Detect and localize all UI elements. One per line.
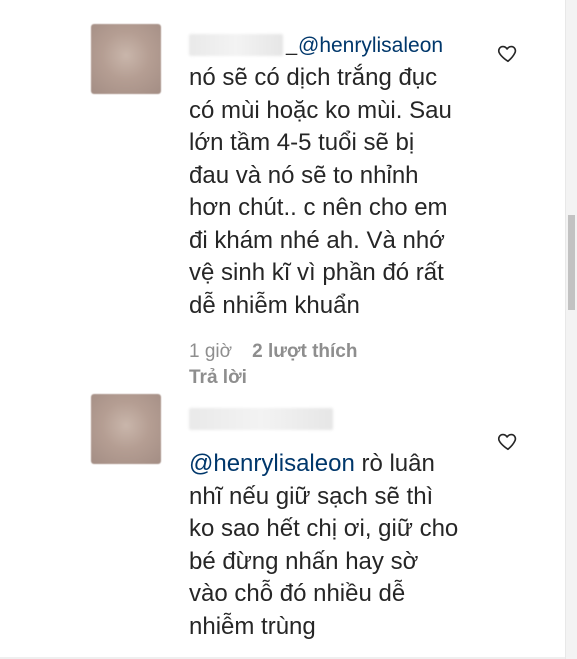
avatar[interactable]	[91, 24, 161, 94]
reply-button[interactable]: Trả lời	[189, 367, 247, 389]
comment-line: lớn tầm 4-5 tuổi sẽ bị	[189, 129, 415, 156]
comment: @henrylisaleon rò luân nhĩ nếu giữ sạch …	[0, 390, 566, 659]
comment-line: bé đừng nhấn hay sờ	[189, 547, 419, 575]
avatar[interactable]	[91, 394, 161, 464]
comment-body: @henrylisaleon rò luân nhĩ nếu giữ sạch …	[189, 448, 489, 643]
heart-icon[interactable]	[497, 430, 519, 452]
comment-line: ko sao hết chị ơi, giữ cho	[189, 515, 459, 542]
comment-line: đau và nó sẽ to nhỉnh	[189, 161, 419, 189]
comment-line: hơn chút.. c nên cho em	[189, 194, 448, 221]
username-redacted[interactable]	[189, 34, 283, 56]
comment-line: nhiễm trùng	[189, 612, 316, 640]
comment-line: có mùi hoặc ko mùi. Sau	[189, 96, 452, 124]
like-count[interactable]: 2 lượt thích	[252, 341, 357, 362]
comment-text: rò luân	[354, 450, 435, 477]
comment-meta: 1 giờ 2 lượt thích	[189, 341, 357, 363]
comment-line: nó sẽ có dịch trắng đục	[189, 64, 438, 91]
comment-line: dễ nhiễm khuẩn	[189, 291, 360, 319]
comment-line: vệ sinh kĩ vì phần đó rất	[189, 259, 444, 286]
mention-link[interactable]: @henrylisaleon	[189, 450, 355, 477]
scrollbar[interactable]	[565, 0, 577, 659]
comment: _ @henrylisaleon nó sẽ có dịch trắng đục…	[0, 0, 566, 390]
comment-line: @henrylisaleon rò luân	[189, 448, 489, 481]
comment-line: nhĩ nếu giữ sạch sẽ thì	[189, 482, 434, 510]
comment-time[interactable]: 1 giờ	[189, 341, 232, 362]
scrollbar-thumb[interactable]	[568, 215, 575, 310]
comment-body: nó sẽ có dịch trắng đục có mùi hoặc ko m…	[189, 62, 489, 322]
comment-line: đi khám nhé ah. Và nhớ	[189, 226, 445, 254]
username-separator: _	[286, 34, 298, 56]
username-redacted[interactable]	[189, 408, 333, 430]
mention-link[interactable]: @henrylisaleon	[298, 30, 470, 63]
heart-icon[interactable]	[497, 42, 519, 64]
comment-line: vào chỗ đó nhiều dễ	[189, 580, 406, 607]
